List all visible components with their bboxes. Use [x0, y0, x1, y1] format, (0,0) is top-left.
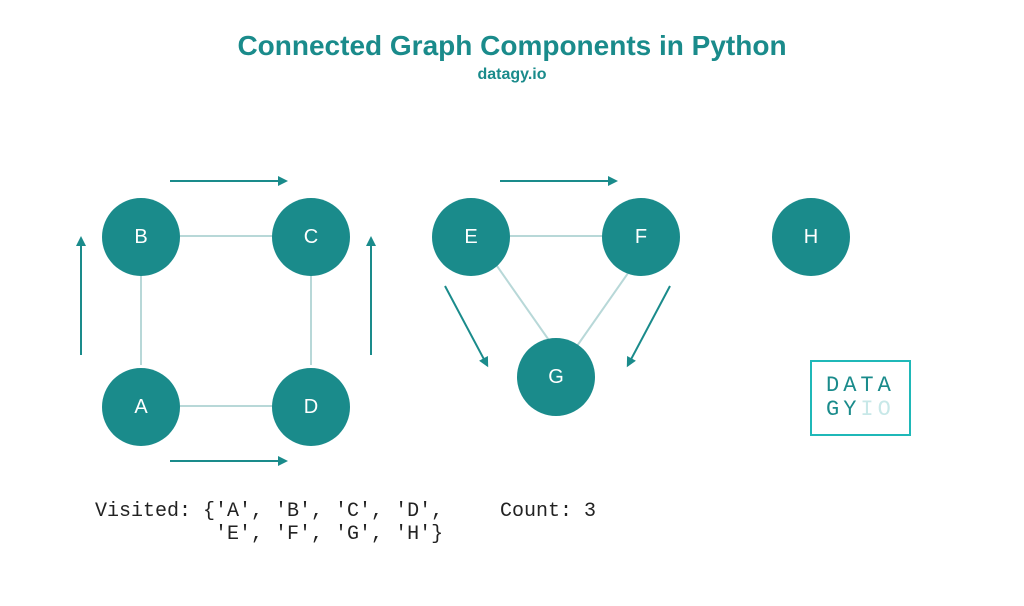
- node-d: D: [272, 368, 350, 446]
- node-label: E: [464, 226, 477, 249]
- logo-line2: GYIO: [826, 398, 895, 422]
- node-label: A: [134, 396, 147, 419]
- node-label: G: [548, 366, 564, 389]
- arrowhead-up-icon: [76, 236, 86, 246]
- visited-status: Visited: {'A', 'B', 'C', 'D', 'E', 'F', …: [95, 500, 443, 546]
- arrow-e-to-g: [444, 286, 488, 366]
- arrow-a-to-b: [80, 245, 82, 355]
- logo-line1: DATA: [826, 374, 895, 398]
- node-label: D: [304, 396, 318, 419]
- node-c: C: [272, 198, 350, 276]
- arrowhead-up-icon: [366, 236, 376, 246]
- node-a: A: [102, 368, 180, 446]
- node-g: G: [517, 338, 595, 416]
- arrowhead-diag-icon: [622, 356, 636, 370]
- arrow-e-to-f: [500, 180, 610, 182]
- datagy-logo: DATA GYIO: [810, 360, 911, 436]
- arrow-b-to-c: [170, 180, 280, 182]
- node-f: F: [602, 198, 680, 276]
- diagram-canvas: B C A D E F G H DATA GYIO Visited: {'A',…: [0, 30, 1024, 606]
- node-b: B: [102, 198, 180, 276]
- node-label: C: [304, 226, 318, 249]
- node-label: B: [134, 226, 147, 249]
- node-label: H: [804, 226, 818, 249]
- arrowhead-right-icon: [278, 176, 288, 186]
- node-label: F: [635, 226, 647, 249]
- node-h: H: [772, 198, 850, 276]
- arrowhead-right-icon: [278, 456, 288, 466]
- arrow-f-to-g: [627, 286, 671, 366]
- arrowhead-right-icon: [608, 176, 618, 186]
- count-status: Count: 3: [500, 500, 596, 523]
- node-e: E: [432, 198, 510, 276]
- arrowhead-diag-icon: [479, 356, 493, 370]
- arrow-d-to-c: [370, 245, 372, 355]
- arrow-a-to-d: [170, 460, 280, 462]
